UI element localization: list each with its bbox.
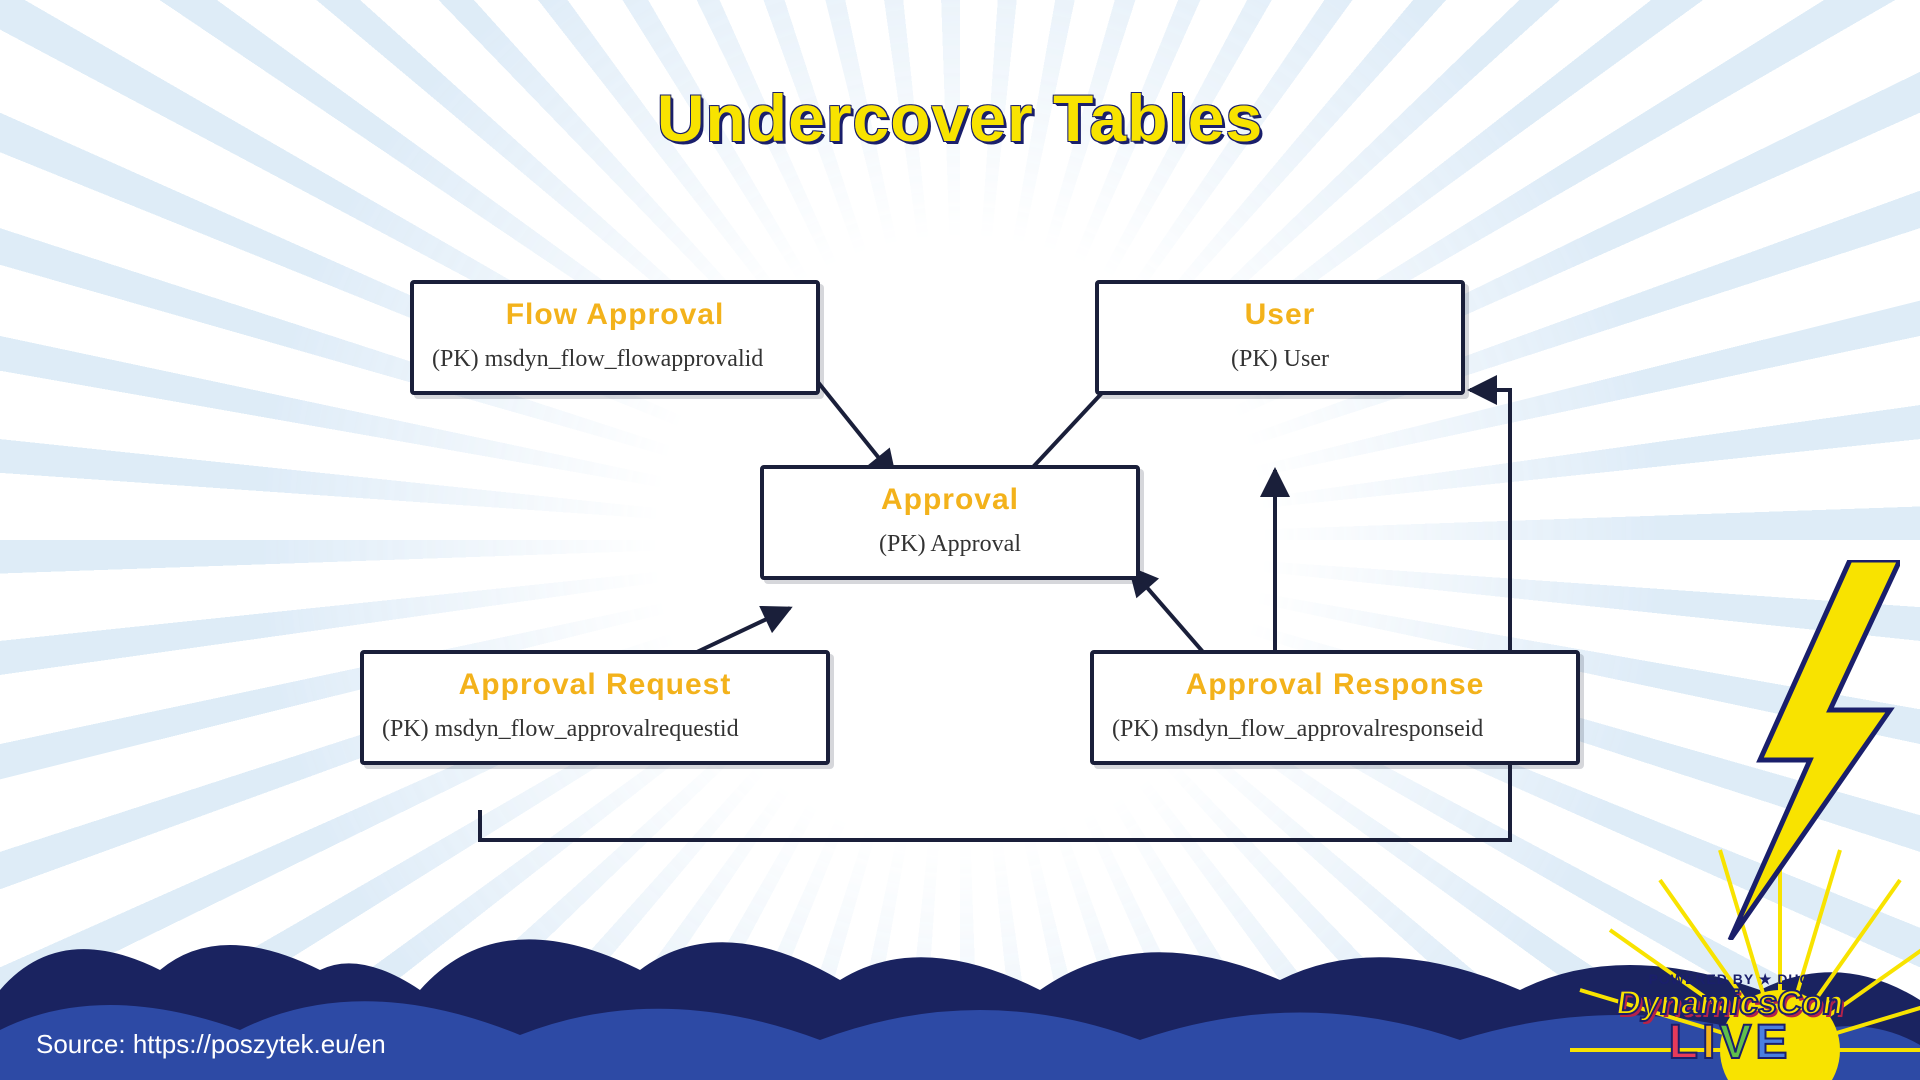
slide-title: Undercover Tables [0,80,1920,156]
lightning-bolt-icon [1700,560,1900,940]
entity-flow-approval: Flow Approval (PK) msdyn_flow_flowapprov… [410,280,820,395]
entity-title: User [1117,298,1443,332]
entity-title: Flow Approval [432,298,798,332]
entity-pk: (PK) User [1117,346,1443,373]
entity-title: Approval Request [382,668,808,702]
entity-approval-response: Approval Response (PK) msdyn_flow_approv… [1090,650,1580,765]
entity-pk: (PK) msdyn_flow_approvalrequestid [382,716,808,743]
logo-name: DynamicsCon [1568,988,1892,1019]
entity-approval: Approval (PK) Approval [760,465,1140,580]
entity-user: User (PK) User [1095,280,1465,395]
entity-title: Approval [782,483,1118,517]
source-citation: Source: https://poszytek.eu/en [36,1029,386,1060]
entity-pk: (PK) msdyn_flow_flowapprovalid [432,346,798,373]
entity-approval-request: Approval Request (PK) msdyn_flow_approva… [360,650,830,765]
event-logo: POWERED BY ★ DUG DynamicsCon LIVE [1570,971,1890,1070]
logo-subname: LIVE [1570,1015,1890,1070]
entity-pk: (PK) Approval [782,531,1118,558]
entity-title: Approval Response [1112,668,1558,702]
entity-pk: (PK) msdyn_flow_approvalresponseid [1112,716,1558,743]
